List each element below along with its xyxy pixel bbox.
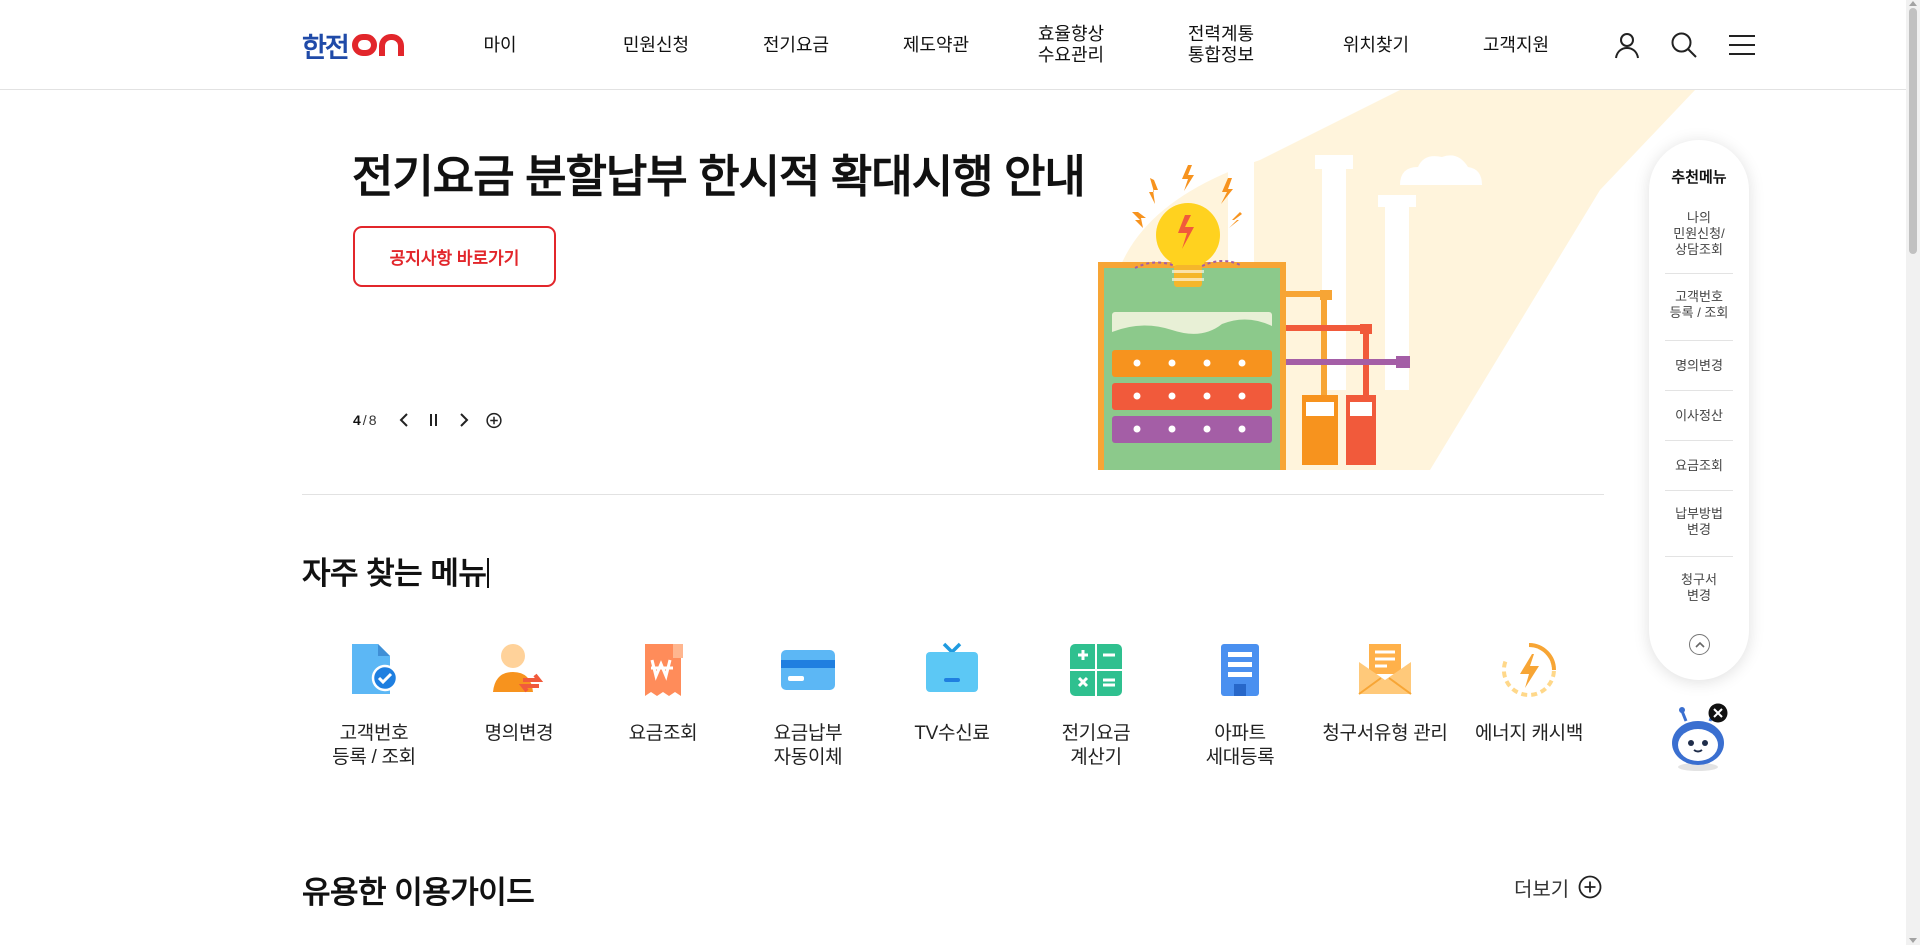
divider [1665, 490, 1733, 491]
frequent-menu-title-bold: 메뉴 [430, 556, 487, 591]
menu-item-bill-inquiry[interactable]: 요금조회 [591, 640, 735, 746]
menu-item-customer-number[interactable]: 고객번호 등록 / 조회 [302, 640, 446, 770]
menu-item-label: 아파트 세대등록 [1205, 723, 1275, 768]
guide-title-bold: 이용가이드 [394, 875, 535, 910]
scroll-up-icon[interactable] [1909, 1, 1917, 6]
hero-title: 전기요금 분할납부 한시적 확대시행 안내 [352, 151, 1086, 202]
more-link[interactable]: 더보기 [1514, 872, 1602, 902]
recommended-menu-title: 추천메뉴 [1671, 169, 1727, 186]
nav-item-grid-info[interactable]: 전력계통 통합정보 [1171, 0, 1271, 90]
menu-item-apartment-registration[interactable]: 아파트 세대등록 [1168, 640, 1312, 770]
person-transfer-icon [489, 640, 549, 700]
divider [1665, 340, 1733, 341]
menu-item-label: 청구서유형 관리 [1322, 723, 1448, 744]
menu-item-autopay[interactable]: 요금납부 자동이체 [736, 640, 880, 770]
frequent-menu-title: 자주 찾는 메뉴 [302, 548, 490, 593]
menu-item-label: TV수신료 [914, 723, 990, 744]
quick-item-my-petition[interactable]: 나의 민원신청/ 상담조회 [1665, 204, 1733, 264]
pager-separator: / [362, 412, 367, 428]
divider [1665, 390, 1733, 391]
section-divider [302, 494, 1604, 495]
menu-item-label: 명의변경 [484, 723, 554, 744]
quick-item-name-change[interactable]: 명의변경 [1665, 354, 1733, 378]
plus-circle-icon[interactable] [486, 411, 503, 429]
nav-item-civil-petition[interactable]: 민원신청 [606, 0, 706, 90]
slide-pager: 4 / 8 [353, 410, 503, 430]
kepco-on-logo[interactable]: 한전 [302, 30, 404, 64]
quick-item-moving-settlement[interactable]: 이사정산 [1665, 404, 1733, 428]
notice-shortcut-button[interactable]: 공지사항 바로가기 [353, 226, 556, 287]
document-check-icon [344, 640, 404, 700]
menu-item-label: 에너지 캐시백 [1474, 723, 1584, 744]
recommended-menu-panel: 추천메뉴 나의 민원신청/ 상담조회 고객번호 등록 / 조회 명의변경 이사정… [1649, 140, 1749, 680]
calculator-icon [1066, 640, 1126, 700]
nav-item-location[interactable]: 위치찾기 [1326, 0, 1426, 90]
plus-circle-icon [1578, 875, 1602, 899]
close-icon[interactable] [1708, 703, 1728, 723]
pause-icon[interactable] [426, 411, 442, 429]
envelope-icon [1355, 640, 1415, 700]
nav-item-customer-support[interactable]: 고객지원 [1466, 0, 1566, 90]
nav-item-efficiency[interactable]: 효율향상 수요관리 [1021, 0, 1121, 90]
menu-item-label: 요금조회 [628, 723, 698, 744]
menu-item-bill-calculator[interactable]: 전기요금 계산기 [1024, 640, 1168, 770]
menu-item-energy-cashback[interactable]: 에너지 캐시백 [1457, 640, 1601, 746]
nav-item-electric-bill[interactable]: 전기요금 [746, 0, 846, 90]
menu-item-label: 전기요금 계산기 [1061, 723, 1131, 768]
search-icon[interactable] [1669, 30, 1699, 60]
divider [1665, 273, 1733, 274]
logo-text: 한전 [302, 32, 350, 64]
quick-item-bill-inquiry[interactable]: 요금조회 [1665, 454, 1733, 478]
next-icon[interactable] [456, 411, 472, 429]
energy-cashback-icon [1499, 640, 1559, 700]
quick-item-customer-number[interactable]: 고객번호 등록 / 조회 [1665, 285, 1733, 325]
page-scrollbar[interactable] [1906, 0, 1920, 945]
menu-item-label: 고객번호 등록 / 조회 [332, 723, 416, 768]
guide-title-normal: 유용한 [302, 875, 395, 910]
chevron-up-icon[interactable] [1689, 634, 1710, 655]
site-header: 한전 마이 민원신청 전기요금 제도약관 효율향상 수요관리 전력계통 통합정보… [0, 0, 1906, 90]
nav-item-my[interactable]: 마이 [460, 0, 540, 90]
menu-item-name-change[interactable]: 명의변경 [447, 640, 591, 746]
logo-on-mark [351, 34, 404, 56]
more-label: 더보기 [1514, 878, 1570, 901]
user-icon[interactable] [1612, 30, 1642, 60]
pager-total: 8 [368, 412, 377, 428]
divider [1665, 556, 1733, 557]
apartment-icon [1210, 640, 1270, 700]
divider [1665, 440, 1733, 441]
menu-item-label: 요금납부 자동이체 [773, 723, 843, 768]
chatbot-robot-icon[interactable] [1668, 703, 1732, 775]
frequent-menu-title-normal: 자주 찾는 [302, 556, 431, 591]
quick-item-bill-change[interactable]: 청구서 변경 [1665, 568, 1733, 608]
text-caret [487, 558, 490, 588]
hero-illustration [1092, 90, 1695, 470]
scrollbar-thumb[interactable] [1909, 8, 1917, 254]
guide-title: 유용한 이용가이드 [302, 867, 535, 912]
menu-icon[interactable] [1727, 30, 1757, 60]
pager-current: 4 [353, 412, 361, 428]
prev-icon[interactable] [396, 411, 412, 429]
menu-item-tv-fee[interactable]: TV수신료 [880, 640, 1024, 746]
scroll-down-icon[interactable] [1909, 938, 1917, 943]
nav-item-policy-terms[interactable]: 제도약관 [886, 0, 986, 90]
tv-icon [922, 640, 982, 700]
receipt-won-icon [633, 640, 693, 700]
quick-item-payment-method[interactable]: 납부방법 변경 [1665, 502, 1733, 542]
menu-item-bill-type[interactable]: 청구서유형 관리 [1313, 640, 1457, 746]
credit-card-icon [778, 640, 838, 700]
